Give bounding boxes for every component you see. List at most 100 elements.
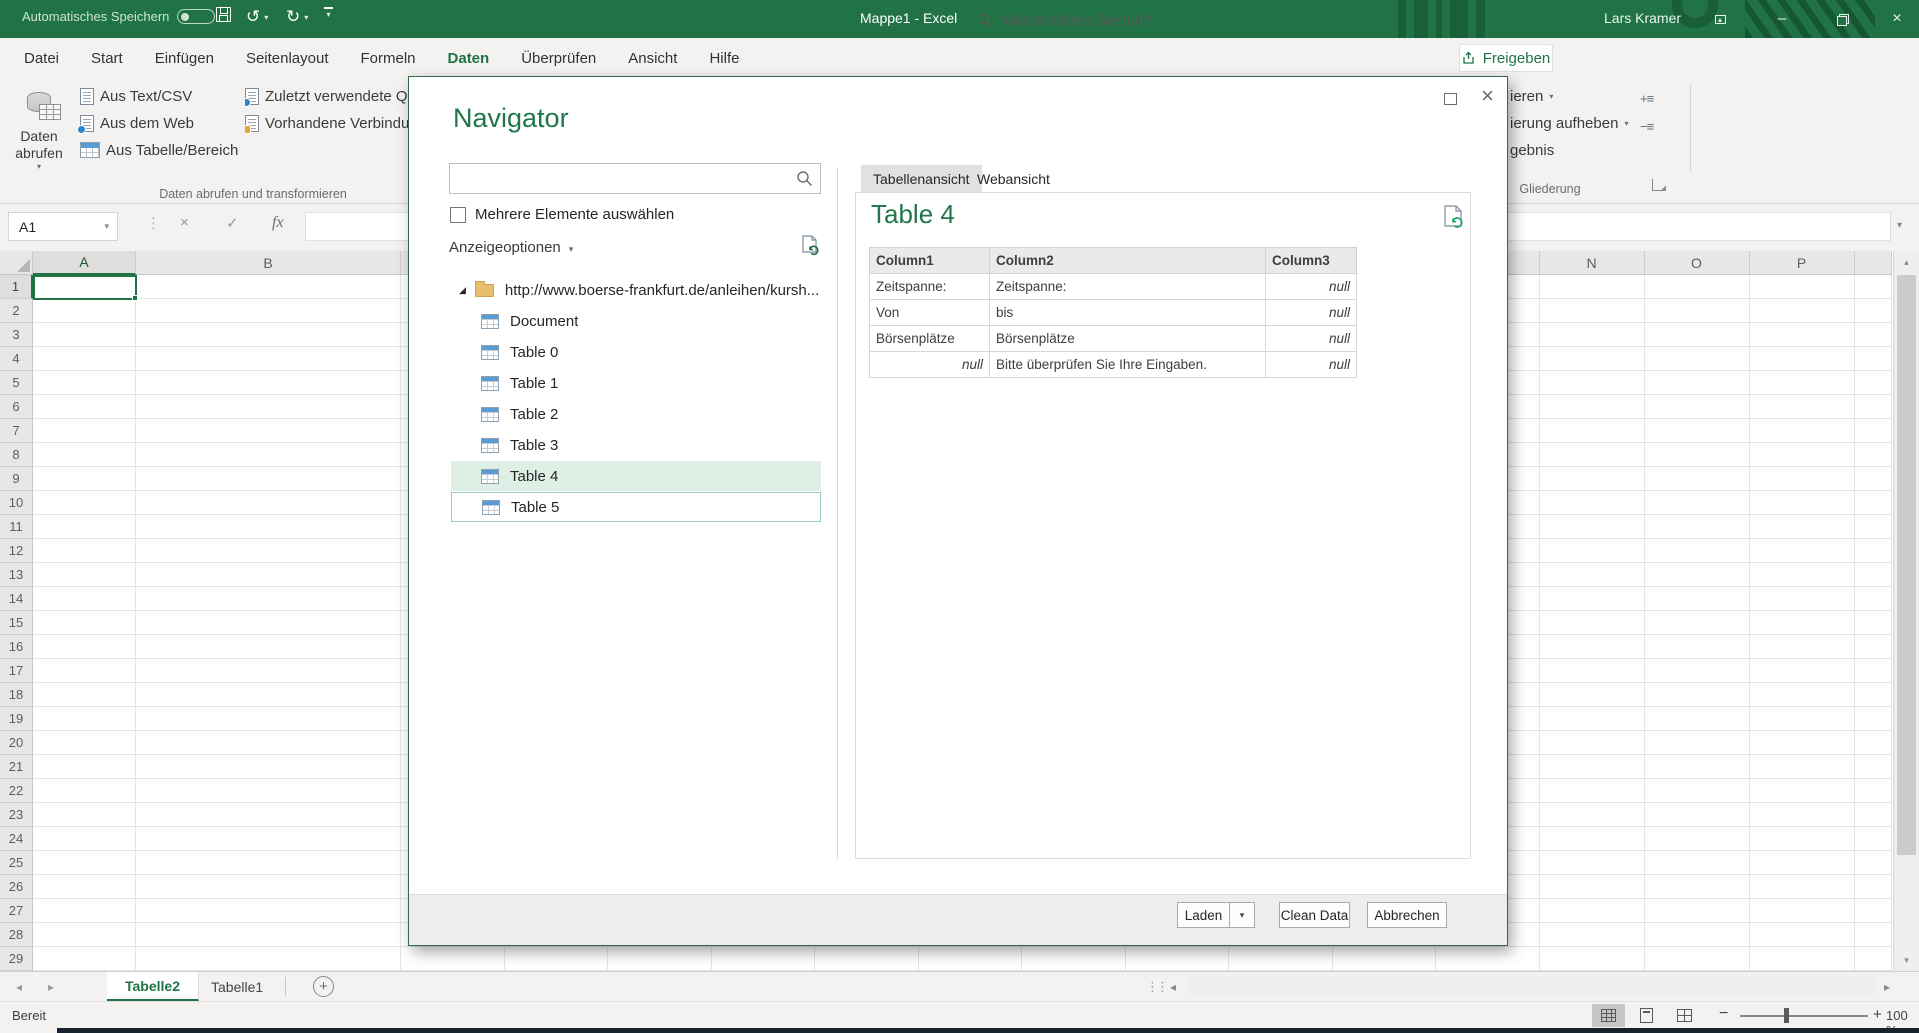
- tree-item-table-0[interactable]: Table 0: [451, 337, 821, 367]
- redo-button[interactable]: ↻▾: [286, 7, 308, 27]
- tab-start[interactable]: Start: [75, 38, 139, 79]
- insert-function-button[interactable]: fx: [272, 214, 284, 232]
- zoom-slider-track[interactable]: [1740, 1015, 1868, 1017]
- splitter-handle[interactable]: ⋮⋮: [1146, 979, 1166, 995]
- undo-button[interactable]: ↺▾: [246, 7, 268, 27]
- row-header-21[interactable]: 21: [0, 755, 33, 779]
- tree-item-table-5[interactable]: Table 5: [451, 492, 821, 522]
- tab-hilfe[interactable]: Hilfe: [693, 38, 755, 79]
- load-dropdown-button[interactable]: ▾: [1229, 902, 1255, 928]
- column-header-N[interactable]: N: [1540, 251, 1645, 275]
- tab-überprüfen[interactable]: Überprüfen: [505, 38, 612, 79]
- multi-select-checkbox[interactable]: [450, 207, 466, 223]
- row-header-12[interactable]: 12: [0, 539, 33, 563]
- clean-data-button[interactable]: Clean Data: [1279, 902, 1350, 928]
- row-header-26[interactable]: 26: [0, 875, 33, 899]
- ribbon-item-aus-tabelle-bereich[interactable]: Aus Tabelle/Bereich: [80, 139, 238, 161]
- sheet-nav-next-icon[interactable]: ▸: [48, 980, 54, 994]
- row-header-5[interactable]: 5: [0, 371, 33, 395]
- refresh-preview-icon[interactable]: [1443, 205, 1465, 231]
- dialog-close-icon[interactable]: ×: [1481, 83, 1494, 109]
- view-normal-button[interactable]: [1592, 1004, 1625, 1027]
- tree-item-table-4[interactable]: Table 4: [451, 461, 821, 491]
- tab-einfügen[interactable]: Einfügen: [139, 38, 230, 79]
- sheet-tab-tabelle2[interactable]: Tabelle2: [107, 972, 199, 1001]
- tell-me-search[interactable]: Was möchten Sie tun?: [978, 0, 1151, 41]
- add-sheet-button[interactable]: +: [313, 976, 334, 997]
- zoom-slider-handle[interactable]: [1784, 1008, 1789, 1023]
- row-header-25[interactable]: 25: [0, 851, 33, 875]
- show-detail-icon[interactable]: +≡: [1640, 91, 1653, 106]
- row-header-16[interactable]: 16: [0, 635, 33, 659]
- share-button[interactable]: Freigeben: [1459, 44, 1553, 72]
- autosave-toggle[interactable]: [177, 9, 215, 24]
- scroll-up-icon[interactable]: ▴: [1894, 251, 1919, 273]
- row-header-15[interactable]: 15: [0, 611, 33, 635]
- scroll-down-icon[interactable]: ▾: [1894, 949, 1919, 971]
- minimize-button[interactable]: –: [1760, 0, 1804, 38]
- undo-caret-icon[interactable]: ▾: [264, 13, 268, 22]
- cancel-entry-button[interactable]: ×: [180, 214, 189, 231]
- column-header-B[interactable]: B: [136, 251, 401, 275]
- column-header-partial[interactable]: [1855, 251, 1892, 275]
- ribbon-item-aus-dem-web[interactable]: Aus dem Web: [80, 112, 194, 134]
- tab-daten[interactable]: Daten: [432, 38, 506, 79]
- row-header-6[interactable]: 6: [0, 395, 33, 419]
- tree-item-table-1[interactable]: Table 1: [451, 368, 821, 398]
- display-options-dropdown[interactable]: Anzeigeoptionen▾: [449, 239, 573, 256]
- column-header-P[interactable]: P: [1750, 251, 1855, 275]
- ribbon-item-recent-sources[interactable]: Zuletzt verwendete Qu: [245, 85, 408, 107]
- hscroll-right-icon[interactable]: ▸: [1884, 980, 1890, 994]
- row-header-24[interactable]: 24: [0, 827, 33, 851]
- tree-expanded-icon[interactable]: ◢: [459, 285, 466, 296]
- sheet-tab-tabelle1[interactable]: Tabelle1: [193, 972, 281, 1001]
- load-button[interactable]: Laden: [1177, 902, 1230, 928]
- horizontal-scrollbar[interactable]: [1190, 976, 1876, 997]
- row-header-19[interactable]: 19: [0, 707, 33, 731]
- close-button[interactable]: ×: [1875, 0, 1919, 38]
- ribbon-item-outline-1[interactable]: ierung aufheben▾: [1510, 112, 1628, 134]
- name-box[interactable]: A1 ▾: [8, 212, 118, 241]
- ribbon-display-options-button[interactable]: ▴: [1698, 0, 1742, 38]
- row-header-11[interactable]: 11: [0, 515, 33, 539]
- sheet-nav-prev-icon[interactable]: ◂: [16, 980, 22, 994]
- tab-datei[interactable]: Datei: [8, 38, 75, 79]
- customize-qat-button[interactable]: ▾: [324, 7, 333, 19]
- zoom-in-button[interactable]: +: [1873, 1006, 1882, 1023]
- refresh-sources-icon[interactable]: [801, 235, 821, 257]
- tab-seitenlayout[interactable]: Seitenlayout: [230, 38, 345, 79]
- hide-detail-icon[interactable]: −≡: [1640, 119, 1653, 134]
- select-all-corner[interactable]: [0, 251, 33, 275]
- row-header-23[interactable]: 23: [0, 803, 33, 827]
- navigator-search-box[interactable]: [449, 163, 821, 194]
- ribbon-item-outline-0[interactable]: ieren▾: [1510, 85, 1553, 107]
- ribbon-item-aus-text-csv[interactable]: Aus Text/CSV: [80, 85, 192, 107]
- row-header-22[interactable]: 22: [0, 779, 33, 803]
- tab-tabellenansicht[interactable]: Tabellenansicht: [861, 165, 982, 192]
- row-header-17[interactable]: 17: [0, 659, 33, 683]
- get-data-button[interactable]: Daten abrufen ▾: [8, 86, 70, 190]
- zoom-out-button[interactable]: −: [1719, 1005, 1728, 1023]
- cancel-button[interactable]: Abbrechen: [1367, 902, 1447, 928]
- row-header-29[interactable]: 29: [0, 947, 33, 971]
- name-box-caret-icon[interactable]: ▾: [104, 221, 117, 232]
- column-header-O[interactable]: O: [1645, 251, 1750, 275]
- tab-formeln[interactable]: Formeln: [345, 38, 432, 79]
- tree-item-table-3[interactable]: Table 3: [451, 430, 821, 460]
- outline-dialog-launcher[interactable]: [1652, 179, 1664, 191]
- tab-ansicht[interactable]: Ansicht: [612, 38, 693, 79]
- row-headers[interactable]: 1234567891011121314151617181920212223242…: [0, 275, 33, 971]
- tree-root-url[interactable]: ◢http://www.boerse-frankfurt.de/anleihen…: [451, 275, 821, 305]
- row-header-7[interactable]: 7: [0, 419, 33, 443]
- tab-webansicht[interactable]: Webansicht: [965, 165, 1062, 192]
- vertical-scrollbar[interactable]: ▴ ▾: [1893, 251, 1919, 971]
- restore-button[interactable]: [1820, 0, 1864, 38]
- view-page-layout-button[interactable]: [1630, 1004, 1663, 1027]
- ribbon-item-existing-connections[interactable]: Vorhandene Verbindun: [245, 112, 408, 134]
- hscroll-left-icon[interactable]: ◂: [1170, 980, 1176, 994]
- row-header-20[interactable]: 20: [0, 731, 33, 755]
- formula-bar-expand-icon[interactable]: ▾: [1897, 220, 1902, 231]
- row-header-1[interactable]: 1: [0, 275, 33, 299]
- row-header-10[interactable]: 10: [0, 491, 33, 515]
- row-header-9[interactable]: 9: [0, 467, 33, 491]
